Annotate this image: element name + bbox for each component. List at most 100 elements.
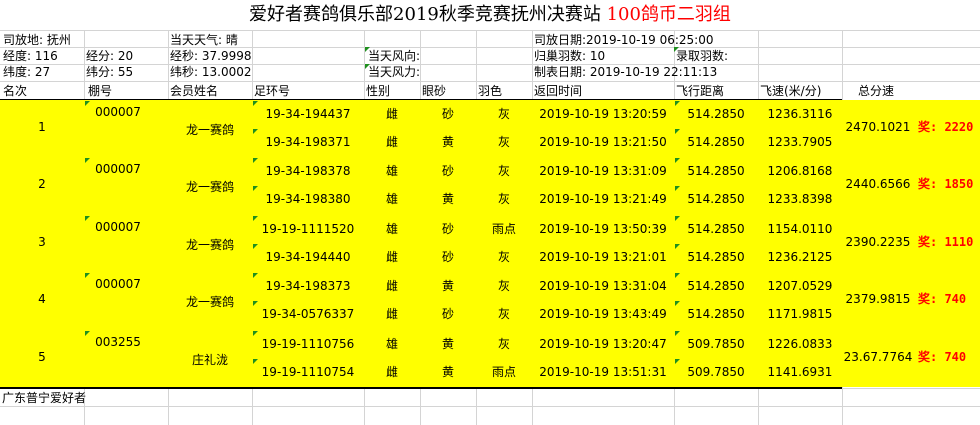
bird-ring-cell: 19-19-1110756 [261, 336, 355, 351]
comment-marker [253, 243, 258, 249]
bird-color-cell: 灰 [497, 107, 510, 121]
loft-cell: 000007 [95, 162, 141, 177]
longitude-second: 经秒: 37.9998 [170, 49, 252, 63]
loft-cell: 000007 [95, 277, 141, 292]
member-cell: 龙一赛鸽 [185, 180, 234, 195]
bird-color-cell: 灰 [497, 135, 510, 149]
comment-marker [253, 101, 258, 106]
longitude-degree: 经度: 116 [3, 49, 58, 63]
comment-marker [85, 215, 90, 221]
bird-ring-cell: 19-34-0576337 [261, 307, 355, 322]
bird-sex-cell: 雄 [385, 336, 398, 351]
latitude-second: 纬秒: 13.0002 [170, 65, 252, 79]
grid-row-line [0, 30, 980, 31]
prize-cell: 奖: 2220 [918, 120, 974, 134]
release-place: 司放地: 抚州 [3, 33, 71, 47]
bird-ring-cell: 19-34-198380 [265, 192, 351, 207]
bird-speed-cell: 1141.6931 [767, 364, 833, 379]
bird-sex-cell: 雌 [385, 279, 398, 294]
grid-row-line [0, 406, 980, 407]
member-cell: 龙一赛鸽 [185, 237, 234, 252]
bird-eye-cell: 砂 [441, 221, 454, 236]
bird-color-cell: 雨点 [491, 221, 516, 236]
bird-return-cell: 2019-10-19 13:43:49 [539, 307, 667, 322]
grid-row-line [0, 64, 980, 65]
rank-cell: 2 [38, 177, 46, 192]
prize-cell: 奖: 740 [918, 292, 967, 307]
comment-marker [675, 358, 680, 364]
member-cell: 庄礼泷 [191, 352, 228, 367]
comment-marker [675, 273, 680, 279]
comment-marker [675, 129, 680, 134]
total-speed-cell: 2440.6566 [845, 177, 911, 192]
footer-text: 广东普宁爱好者 [2, 391, 87, 405]
header-eye: 眼砂 [422, 84, 447, 98]
bird-distance-cell: 514.2850 [687, 249, 745, 264]
table-bottom-line [0, 387, 842, 389]
header-ring: 足环号 [254, 84, 291, 98]
comment-marker [253, 215, 258, 221]
bird-speed-cell: 1233.7905 [767, 135, 833, 149]
bird-eye-cell: 砂 [441, 307, 454, 322]
comment-marker [253, 158, 258, 164]
header-rank: 名次 [3, 84, 28, 98]
bird-color-cell: 灰 [497, 307, 510, 322]
bird-ring-cell: 19-19-1111520 [261, 221, 355, 236]
comment-marker [675, 101, 680, 106]
bird-color-cell: 灰 [497, 249, 510, 264]
bird-eye-cell: 黄 [441, 336, 454, 351]
bird-return-cell: 2019-10-19 13:21:49 [539, 192, 667, 207]
weather: 当天天气: 晴 [170, 33, 238, 47]
bird-sex-cell: 雄 [385, 164, 398, 179]
comment-marker [675, 330, 680, 336]
comment-marker [85, 158, 90, 164]
wind-direction: 当天风向: [368, 49, 421, 63]
latitude-degree: 纬度: 27 [3, 65, 51, 79]
header-total: 总分速 [858, 84, 895, 98]
rank-cell: 4 [38, 292, 46, 307]
bird-eye-cell: 黄 [441, 364, 454, 379]
member-cell: 龙一赛鸽 [185, 295, 234, 310]
comment-marker [675, 215, 680, 221]
bird-color-cell: 灰 [497, 164, 510, 179]
comment-marker [253, 129, 258, 134]
bird-eye-cell: 砂 [441, 249, 454, 264]
bird-speed-cell: 1236.2125 [767, 249, 833, 264]
bird-return-cell: 2019-10-19 13:31:04 [539, 279, 667, 294]
bird-ring-cell: 19-34-194440 [265, 249, 351, 264]
total-speed-cell: 23.67.7764 [843, 349, 913, 364]
bird-distance-cell: 514.2850 [687, 107, 745, 121]
bird-eye-cell: 黄 [441, 279, 454, 294]
bird-sex-cell: 雌 [385, 364, 398, 379]
bird-speed-cell: 1236.3116 [767, 107, 833, 121]
bird-return-cell: 2019-10-19 13:21:50 [539, 135, 667, 149]
bird-speed-cell: 1233.8398 [767, 192, 833, 207]
bird-eye-cell: 砂 [441, 107, 454, 121]
home-count: 归巢羽数: 10 [534, 49, 606, 63]
bird-distance-cell: 514.2850 [687, 279, 745, 294]
prize-cell: 奖: 740 [918, 349, 967, 364]
comment-marker [675, 158, 680, 164]
bird-return-cell: 2019-10-19 13:20:47 [539, 336, 667, 351]
bird-ring-cell: 19-34-198378 [265, 164, 351, 179]
bird-distance-cell: 514.2850 [687, 164, 745, 179]
bird-speed-cell: 1206.8168 [767, 164, 833, 179]
bird-eye-cell: 黄 [441, 192, 454, 207]
total-speed-cell: 2470.1021 [845, 120, 911, 134]
prize-cell: 奖: 1850 [918, 177, 974, 192]
header-sex: 性别 [366, 84, 391, 98]
bird-ring-cell: 19-34-198371 [265, 135, 351, 149]
made-date: 制表日期: 2019-10-19 22:11:13 [534, 65, 718, 79]
bird-eye-cell: 黄 [441, 135, 454, 149]
header-loft: 棚号 [88, 84, 113, 98]
comment-marker [253, 186, 258, 192]
bird-sex-cell: 雌 [385, 249, 398, 264]
prize-cell: 奖: 1110 [918, 234, 974, 249]
total-speed-cell: 2390.2235 [845, 234, 911, 249]
bird-distance-cell: 514.2850 [687, 135, 745, 149]
bird-color-cell: 雨点 [491, 364, 516, 379]
comment-marker [674, 47, 679, 52]
rank-cell: 1 [38, 120, 46, 134]
comment-marker [85, 273, 90, 279]
bird-sex-cell: 雌 [385, 107, 398, 121]
